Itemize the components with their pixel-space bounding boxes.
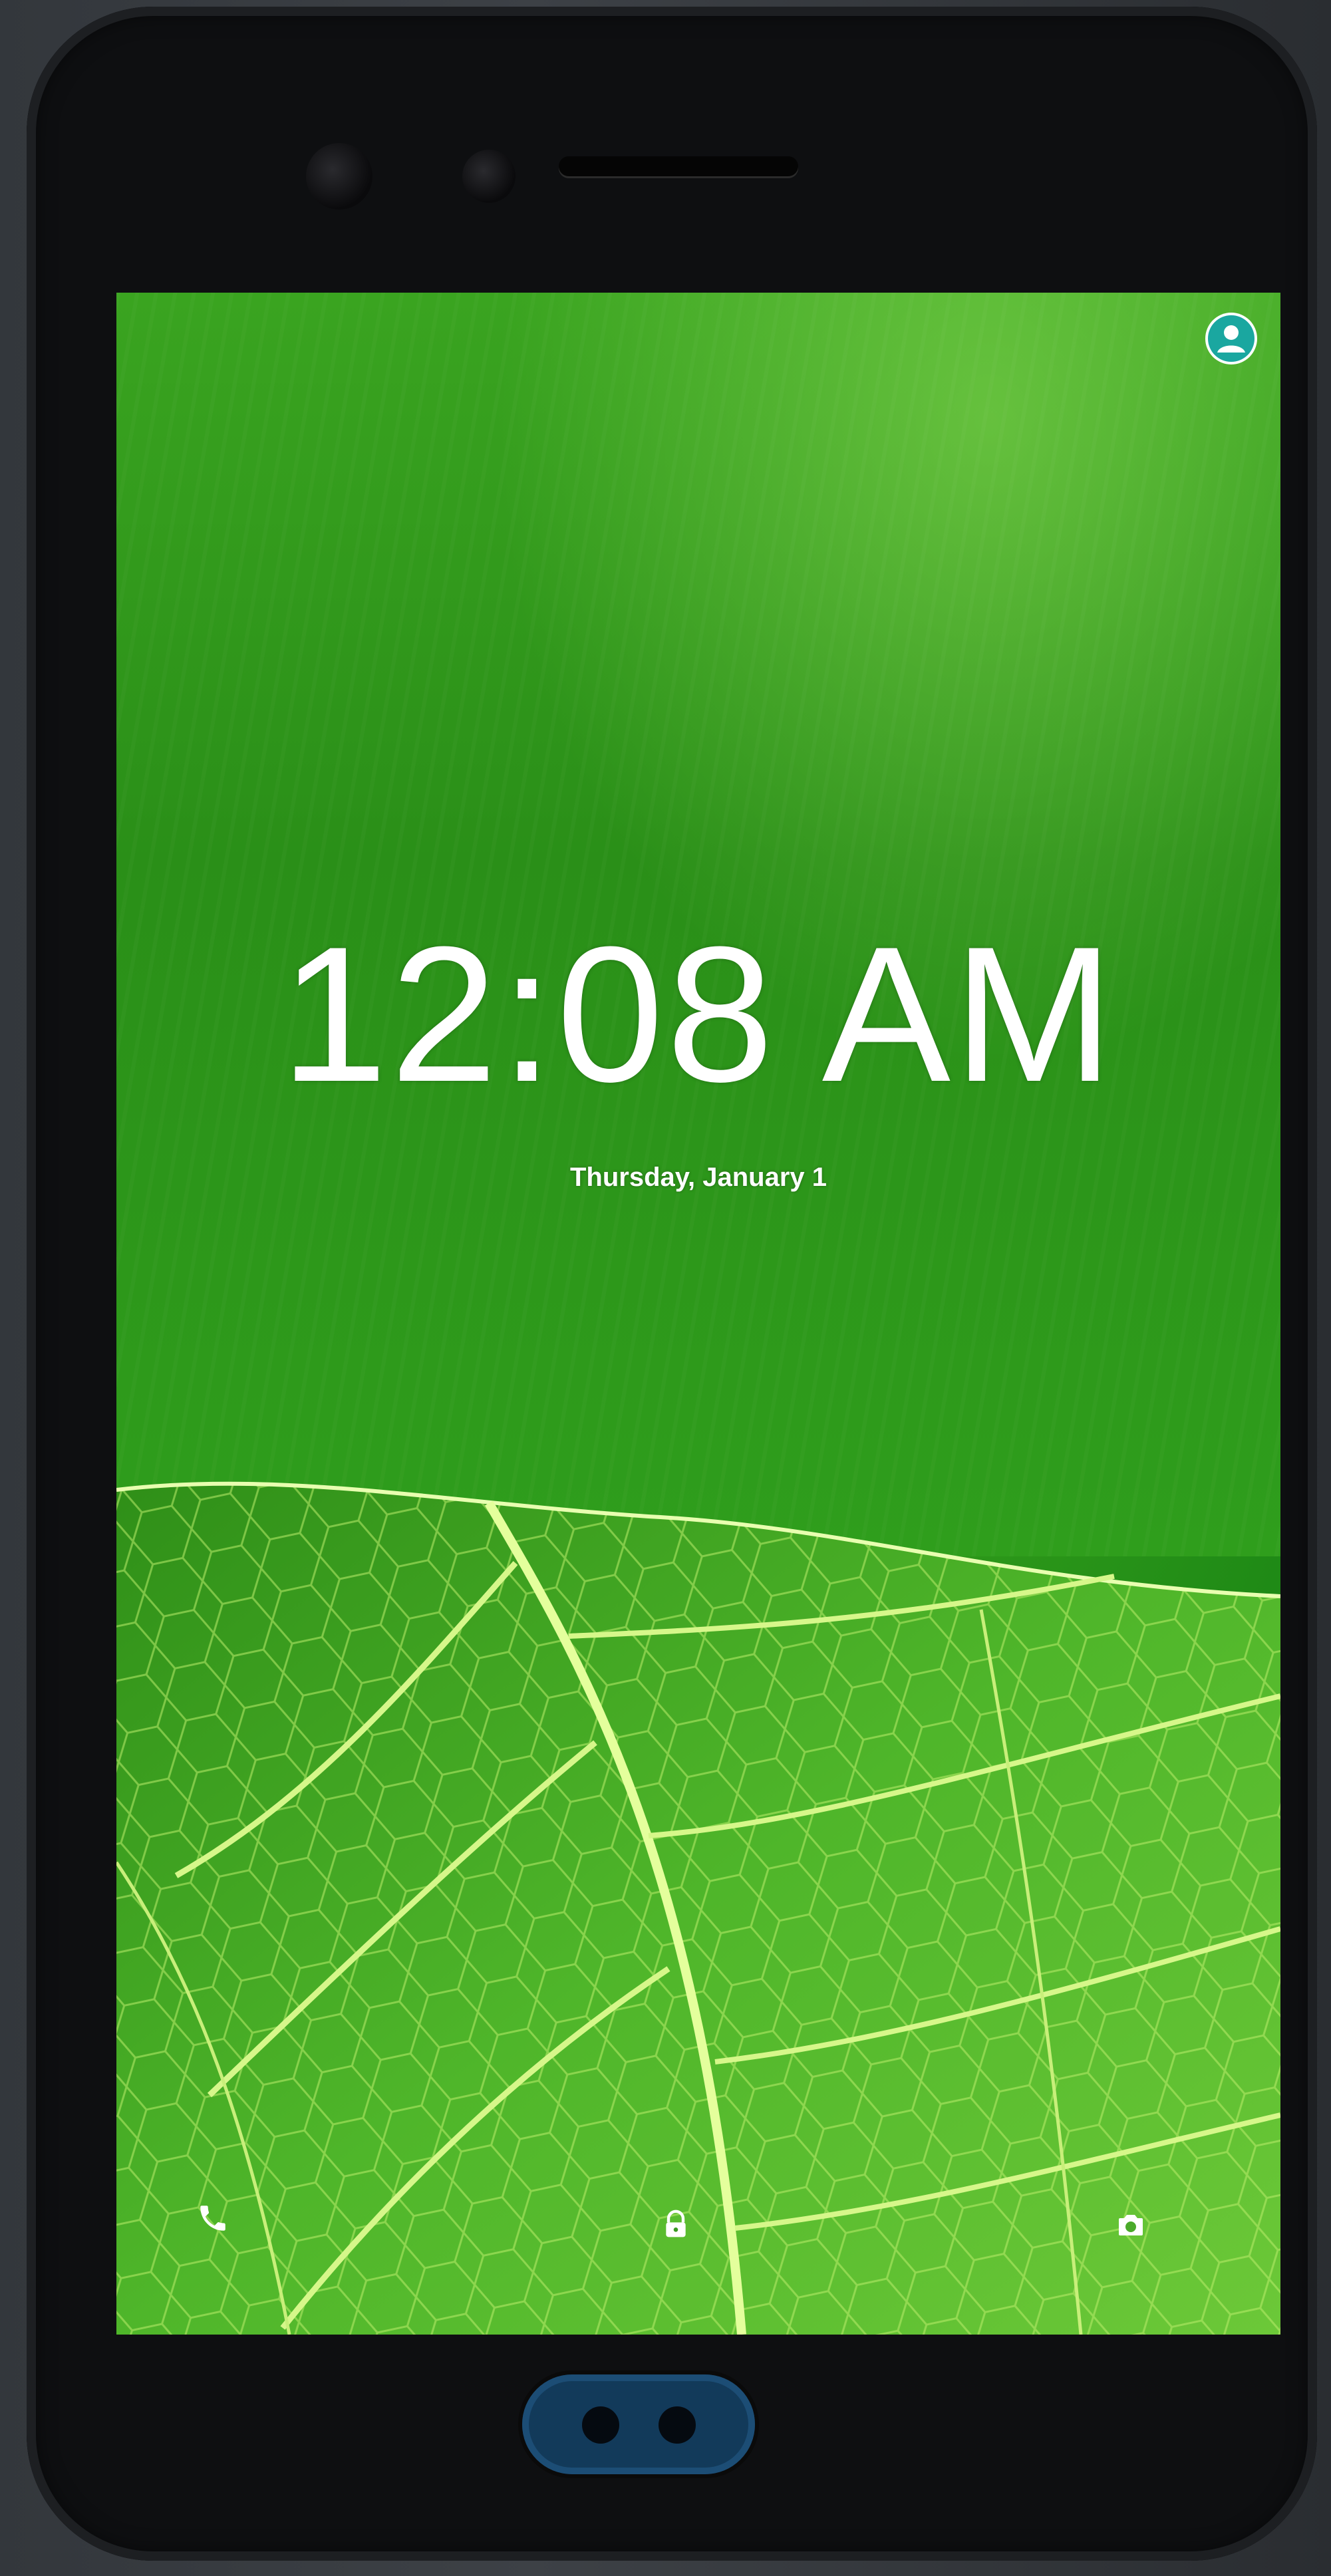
camera-icon[interactable] [1108, 2202, 1154, 2248]
lockscreen-clock: 12:08 AM [280, 907, 1117, 1122]
fingerprint-dot [659, 2406, 696, 2444]
phone-body: 12:08 AM Thursday, January 1 [27, 7, 1317, 2561]
home-button[interactable] [522, 2374, 755, 2474]
fingerprint-dot [582, 2406, 619, 2444]
lockscreen-date: Thursday, January 1 [569, 1163, 827, 1192]
phone-icon[interactable] [190, 2195, 236, 2241]
earpiece-speaker [559, 156, 798, 176]
lock-screen: 12:08 AM Thursday, January 1 [116, 293, 1280, 2335]
lock-icon [653, 2202, 699, 2248]
front-sensor [462, 150, 516, 203]
photo-background: 12:08 AM Thursday, January 1 [0, 0, 1331, 2576]
front-camera-lens [306, 143, 372, 210]
user-account-icon[interactable] [1205, 313, 1257, 364]
